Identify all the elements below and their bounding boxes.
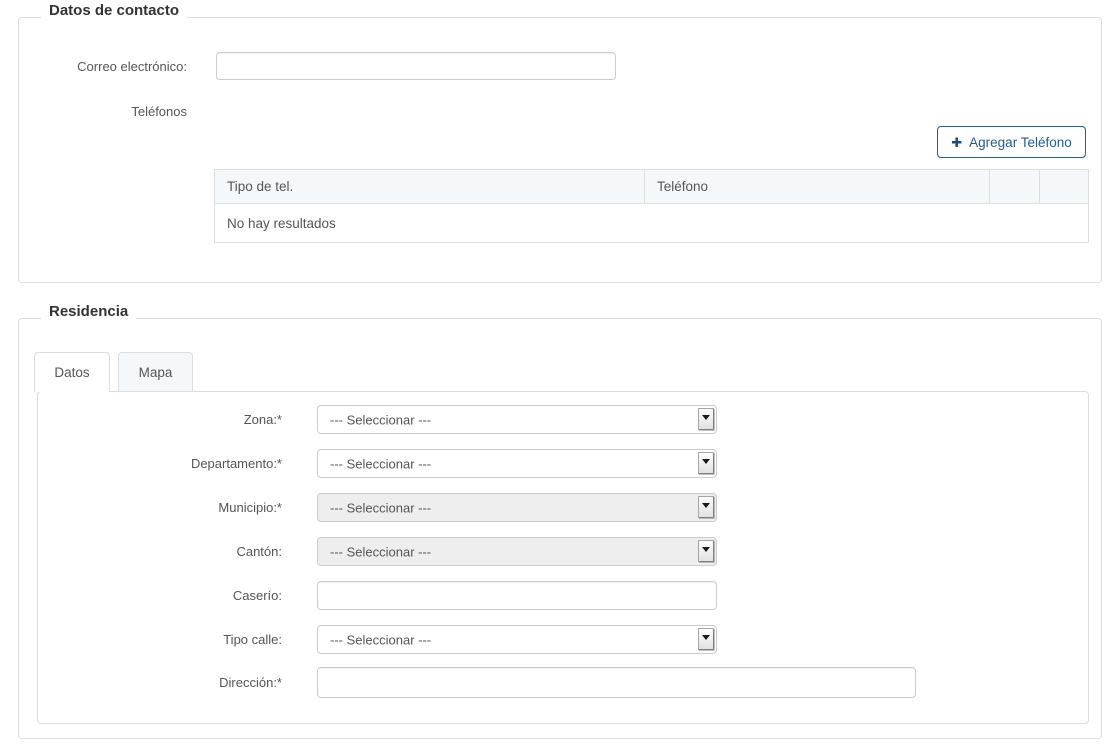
col-header-tipo-de-tel: Tipo de tel.: [215, 170, 645, 204]
canton-label: Cantón:: [38, 544, 282, 560]
tipo-calle-select-value: --- Seleccionar ---: [330, 632, 431, 647]
departamento-select[interactable]: --- Seleccionar ---: [317, 449, 717, 478]
municipio-select: --- Seleccionar ---: [317, 493, 717, 522]
add-phone-label: Agregar Teléfono: [969, 135, 1072, 150]
caserio-input[interactable]: [317, 581, 717, 610]
departamento-label: Departamento:*: [38, 456, 282, 472]
zona-select[interactable]: --- Seleccionar ---: [317, 405, 717, 434]
page: Datos de contacto Correo electrónico: Te…: [0, 0, 1118, 744]
chevron-down-icon: [698, 452, 714, 474]
residence-fieldset: Residencia Datos Mapa Zona:* --- Selecci…: [18, 318, 1102, 739]
chevron-down-icon: [698, 628, 714, 650]
tab-datos[interactable]: Datos: [34, 352, 110, 392]
contact-legend: Datos de contacto: [41, 3, 187, 19]
residence-legend: Residencia: [41, 304, 136, 320]
tipo-calle-label: Tipo calle:: [38, 632, 282, 648]
email-input[interactable]: [216, 52, 616, 80]
municipio-select-value: --- Seleccionar ---: [330, 500, 431, 515]
empty-results-row: No hay resultados: [215, 204, 1089, 243]
zona-select-value: --- Seleccionar ---: [330, 412, 431, 427]
departamento-select-value: --- Seleccionar ---: [330, 456, 431, 471]
zona-label: Zona:*: [38, 412, 282, 428]
contact-fieldset: Datos de contacto Correo electrónico: Te…: [18, 17, 1102, 283]
phones-table-header-row: Tipo de tel. Teléfono: [215, 170, 1089, 204]
municipio-label: Municipio:*: [38, 500, 282, 516]
residence-tab-panel: Zona:* --- Seleccionar --- Departamento:…: [37, 391, 1089, 724]
direccion-input[interactable]: [317, 667, 916, 698]
chevron-down-icon: [698, 496, 714, 518]
empty-results-message: No hay resultados: [215, 204, 1089, 243]
tab-datos-label: Datos: [54, 365, 89, 380]
col-header-action-2: [1040, 170, 1089, 204]
direccion-label: Dirección:*: [38, 675, 282, 691]
canton-select: --- Seleccionar ---: [317, 537, 717, 566]
caserio-label: Caserío:: [38, 588, 282, 604]
tab-mapa[interactable]: Mapa: [118, 352, 193, 391]
col-header-telefono: Teléfono: [645, 170, 990, 204]
add-phone-button[interactable]: ✚ Agregar Teléfono: [937, 126, 1086, 158]
chevron-down-icon: [698, 408, 714, 430]
tipo-calle-select[interactable]: --- Seleccionar ---: [317, 625, 717, 654]
email-label: Correo electrónico:: [19, 59, 187, 75]
chevron-down-icon: [698, 540, 714, 562]
canton-select-value: --- Seleccionar ---: [330, 544, 431, 559]
phones-table: Tipo de tel. Teléfono No hay resultados: [214, 169, 1089, 243]
col-header-action-1: [990, 170, 1040, 204]
plus-icon: ✚: [951, 136, 962, 149]
phones-label: Teléfonos: [19, 104, 187, 120]
tab-mapa-label: Mapa: [139, 365, 173, 380]
